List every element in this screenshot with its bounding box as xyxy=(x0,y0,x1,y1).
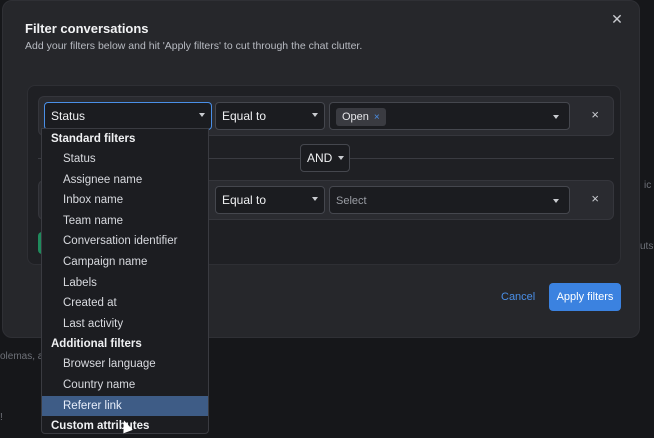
group-header-additional: Additional filters xyxy=(51,338,142,351)
value-tag-label: Open xyxy=(342,111,369,123)
chevron-down-icon xyxy=(553,115,559,119)
apply-filters-button[interactable]: Apply filters xyxy=(549,283,621,311)
chevron-down-icon xyxy=(553,199,559,203)
operator-select-value: Equal to xyxy=(222,109,267,123)
operator-select-value: Equal to xyxy=(222,193,267,207)
chevron-down-icon xyxy=(199,113,205,117)
attribute-select[interactable]: Status xyxy=(44,102,212,130)
modal-title: Filter conversations xyxy=(25,21,149,36)
dropdown-option[interactable]: Labels xyxy=(42,273,208,294)
modal-subtitle: Add your filters below and hit 'Apply fi… xyxy=(25,40,363,52)
operator-select[interactable]: Equal to xyxy=(215,102,325,130)
dropdown-option[interactable]: Assignee name xyxy=(42,170,208,191)
dropdown-option[interactable]: Created at xyxy=(42,293,208,314)
chevron-down-icon xyxy=(338,156,344,160)
value-select[interactable]: Select xyxy=(329,186,570,214)
background-text-right-2: uts xyxy=(640,241,654,252)
dropdown-option[interactable]: Country name xyxy=(42,375,208,396)
dropdown-option[interactable]: Status xyxy=(42,149,208,170)
cancel-button[interactable]: Cancel xyxy=(501,291,535,303)
and-operator-label: AND xyxy=(307,151,333,165)
background-text-right-1: ic xyxy=(644,180,652,191)
dropdown-option[interactable]: Inbox name xyxy=(42,190,208,211)
value-tag: Open × xyxy=(336,108,386,126)
dropdown-option[interactable]: Conversation identifier xyxy=(42,231,208,252)
remove-filter-button[interactable]: × xyxy=(591,191,599,206)
dropdown-option-highlighted[interactable]: Referer link xyxy=(42,395,208,417)
chevron-down-icon xyxy=(312,197,318,201)
chevron-down-icon xyxy=(312,113,318,117)
value-multiselect[interactable]: Open × xyxy=(329,102,570,130)
close-icon[interactable]: ✕ xyxy=(609,11,625,27)
dropdown-option[interactable]: Team name xyxy=(42,211,208,232)
attribute-select-value: Status xyxy=(51,109,86,123)
attribute-dropdown-list: Standard filters Status Assignee name In… xyxy=(41,128,209,434)
dropdown-option[interactable]: Campaign name xyxy=(42,252,208,273)
tag-remove-icon[interactable]: × xyxy=(374,112,380,123)
background-text-bottom: ! xyxy=(0,412,3,423)
value-select-placeholder: Select xyxy=(336,195,367,207)
group-header-standard: Standard filters xyxy=(51,133,136,145)
dropdown-option[interactable]: Browser language xyxy=(42,354,208,375)
and-operator-select[interactable]: AND xyxy=(300,144,350,172)
operator-select[interactable]: Equal to xyxy=(215,186,325,214)
dropdown-option[interactable]: Last activity xyxy=(42,314,208,335)
remove-filter-button[interactable]: × xyxy=(591,107,599,122)
